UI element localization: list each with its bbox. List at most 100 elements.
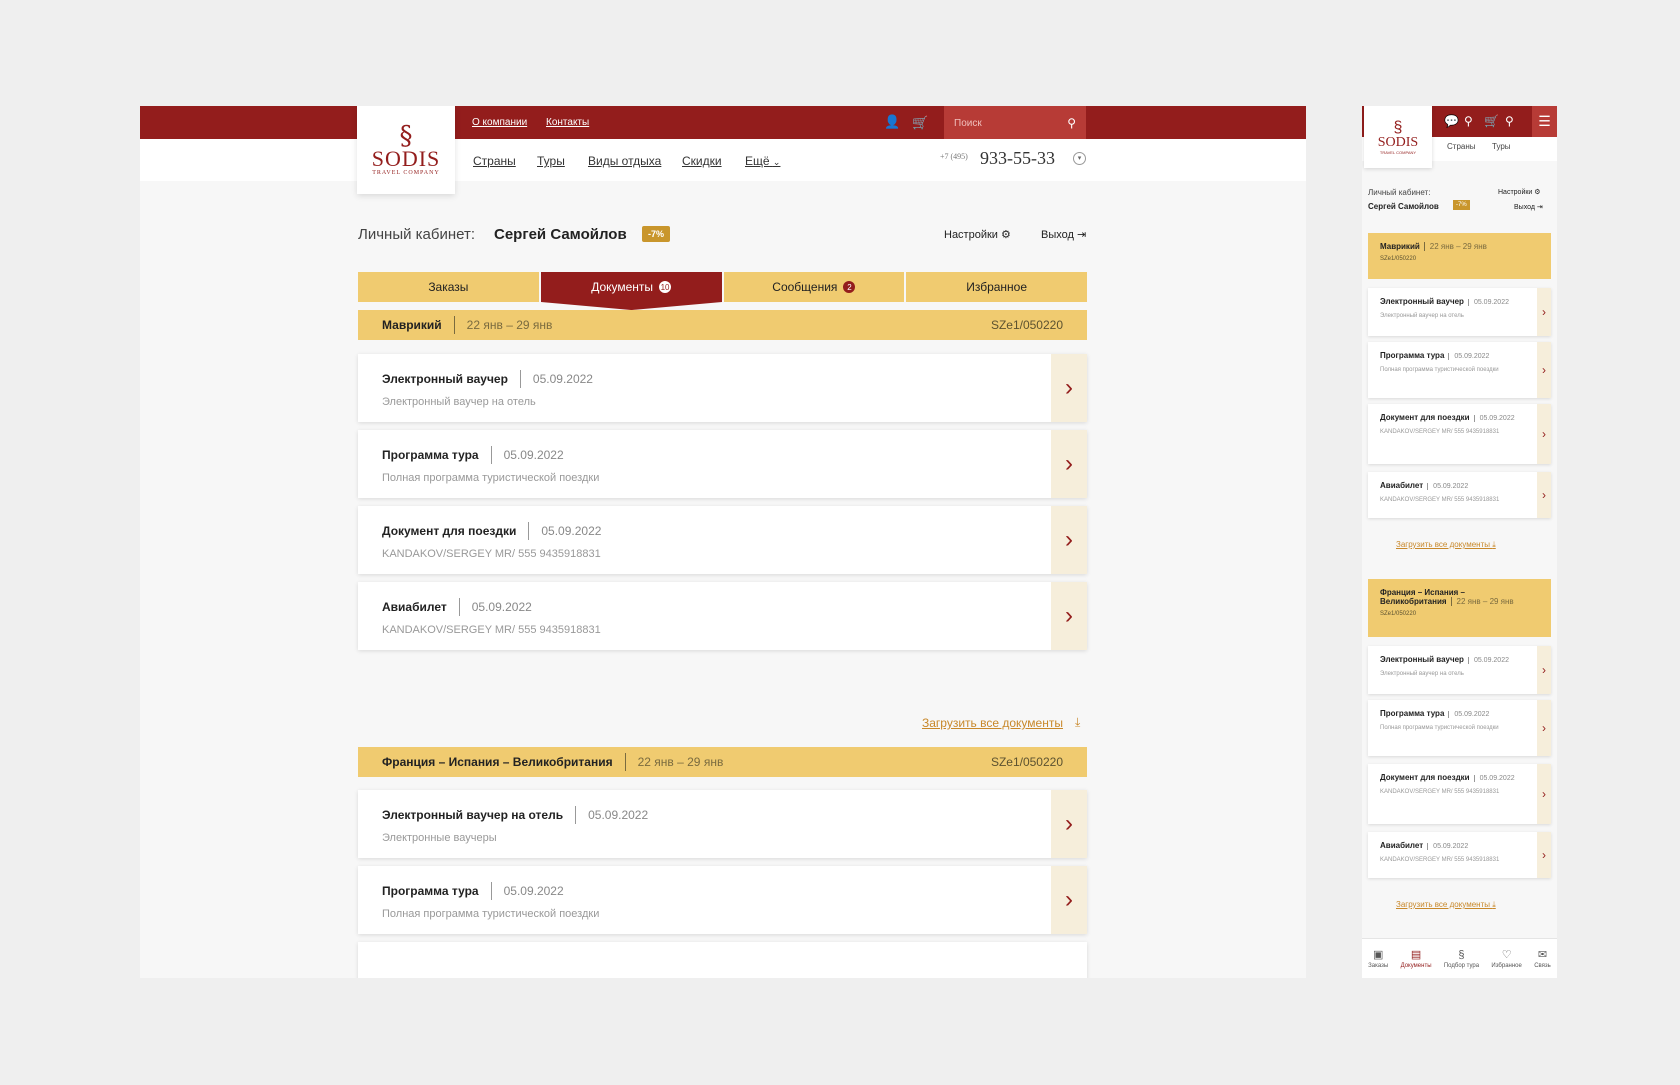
document-title: Электронный ваучер на отель <box>382 808 564 822</box>
tabbar-favorites[interactable]: ♡ Избранное <box>1491 948 1521 969</box>
chevron-right-icon[interactable]: › <box>1051 354 1087 422</box>
search-icon[interactable]: ⚲ <box>1505 114 1514 128</box>
heart-icon: ♡ <box>1501 949 1512 961</box>
about-link[interactable]: О компании <box>472 117 527 128</box>
download-all-label: Загрузить все документы <box>1396 540 1490 549</box>
tabbar-tour-search[interactable]: § Подбор тура <box>1444 949 1479 969</box>
order-header[interactable]: Маврикий 22 янв – 29 янв SZe1/050220 <box>1368 233 1551 279</box>
chevron-right-icon[interactable]: › <box>1537 342 1551 398</box>
order-header[interactable]: Маврикий 22 янв – 29 янв SZe1/050220 <box>358 310 1087 340</box>
nav-tours[interactable]: Туры <box>537 154 565 168</box>
search-input[interactable]: Поиск ⚲ <box>944 106 1086 139</box>
mobile-logo[interactable]: § SODIS TRAVEL COMPANY <box>1364 106 1432 168</box>
download-icon[interactable]: ⤓ <box>1075 715 1080 730</box>
document-card[interactable]: Программа тура 05.09.2022 Полная программ… <box>358 430 1087 498</box>
document-desc: Полная программа туристической поездки <box>382 472 600 484</box>
tab-documents[interactable]: Документы 10 <box>540 272 722 310</box>
cart-icon[interactable]: 🛒 <box>912 115 928 131</box>
chevron-right-icon[interactable]: › <box>1537 288 1551 336</box>
mobile-nav-countries[interactable]: Страны <box>1447 142 1476 151</box>
document-title: Электронный ваучер <box>1380 297 1464 306</box>
download-icon: ⤓ <box>1492 540 1496 549</box>
document-card[interactable]: Электронный ваучер на отель 05.09.2022 Эл… <box>358 790 1087 858</box>
chat-icon[interactable]: 💬 <box>1444 114 1459 128</box>
chevron-right-icon[interactable]: › <box>1051 790 1087 858</box>
suitcase-icon: ▣ <box>1373 949 1384 961</box>
order-header[interactable]: Франция – Испания – Великобритания 22 янв… <box>1368 579 1551 637</box>
tab-label: Избранное <box>966 280 1028 294</box>
chevron-right-icon[interactable]: › <box>1051 582 1087 650</box>
settings-link[interactable]: Настройки ⚙ <box>1498 188 1541 196</box>
chevron-down-icon: ⌄ <box>772 157 781 167</box>
nav-more[interactable]: Ещё ⌄ <box>745 154 780 168</box>
mobile-nav-tours[interactable]: Туры <box>1492 142 1511 151</box>
chevron-right-icon[interactable]: › <box>1537 764 1551 824</box>
desktop-view: § SODIS TRAVEL COMPANY О компании Контак… <box>140 106 1306 978</box>
logout-link[interactable]: Выход ⇥ <box>1041 228 1086 241</box>
download-all-link[interactable]: Загрузить все документы ⤓ <box>1396 900 1496 910</box>
tab-label: Сообщения <box>772 280 838 294</box>
document-card[interactable]: Документ для поездки 05.09.2022 KANDAKOV/… <box>1368 404 1551 464</box>
tour-search-icon[interactable]: ⚲ <box>1464 114 1473 128</box>
tab-orders[interactable]: Заказы <box>358 272 539 302</box>
settings-link[interactable]: Настройки ⚙ <box>944 228 1011 241</box>
tabbar-contact[interactable]: ✉ Связь <box>1534 948 1551 969</box>
cabinet-tabs: Заказы Документы 10 Сообщения 2 Избранное <box>358 272 1087 310</box>
order-code: SZe1/050220 <box>990 318 1063 332</box>
phone-number[interactable]: 933-55-33 <box>980 148 1055 169</box>
document-card[interactable]: Авиабилет 05.09.2022 KANDAKOV/SERGEY MR/ … <box>358 582 1087 650</box>
nav-holiday-types[interactable]: Виды отдыха <box>588 154 661 168</box>
search-icon[interactable]: ⚲ <box>1067 116 1076 130</box>
tab-messages[interactable]: Сообщения 2 <box>723 272 905 302</box>
chevron-right-icon[interactable]: › <box>1537 700 1551 756</box>
document-title: Авиабилет <box>382 600 447 614</box>
contacts-link[interactable]: Контакты <box>546 117 589 128</box>
document-title: Электронный ваучер <box>382 372 508 386</box>
document-date: 05.09.2022 <box>1473 775 1515 782</box>
order-code: SZe1/050220 <box>1380 611 1417 617</box>
nav-countries[interactable]: Страны <box>473 154 516 168</box>
nav-more-label: Ещё <box>745 154 770 168</box>
chevron-right-icon[interactable]: › <box>1537 472 1551 518</box>
document-card[interactable]: Документ для поездки 05.09.2022 KANDAKOV/… <box>358 506 1087 574</box>
nav-discounts[interactable]: Скидки <box>682 154 722 168</box>
order-header[interactable]: Франция – Испания – Великобритания 22 ян… <box>358 747 1087 777</box>
chevron-right-icon[interactable]: › <box>1051 506 1087 574</box>
phone-dropdown-icon[interactable]: ▾ <box>1073 152 1086 165</box>
document-card[interactable]: Электронный ваучер 05.09.2022 Электронный… <box>1368 288 1551 336</box>
document-card[interactable]: Электронный ваучер 05.09.2022 Электронный… <box>358 354 1087 422</box>
tabbar-orders[interactable]: ▣ Заказы <box>1368 948 1388 969</box>
chevron-right-icon[interactable]: › <box>1051 430 1087 498</box>
hamburger-menu-icon[interactable]: ☰ <box>1532 106 1557 137</box>
document-card[interactable]: Документ для поездки 05.09.2022 KANDAKOV/… <box>1368 764 1551 824</box>
chevron-right-icon[interactable]: › <box>1537 646 1551 694</box>
logo-text: SODIS <box>371 146 441 171</box>
logout-link[interactable]: Выход ⇥ <box>1514 203 1543 211</box>
document-card[interactable]: Авиабилет 05.09.2022 KANDAKOV/SERGEY MR/ … <box>1368 832 1551 878</box>
document-card[interactable] <box>358 942 1087 978</box>
download-all-link[interactable]: Загрузить все документы <box>922 716 1063 730</box>
user-icon[interactable]: 👤 <box>884 114 900 130</box>
logo[interactable]: § SODIS TRAVEL COMPANY <box>357 106 455 194</box>
order-title: Маврикий <box>1380 242 1420 251</box>
document-date: 05.09.2022 <box>1448 353 1490 360</box>
document-card[interactable]: Электронный ваучер 05.09.2022 Электронный… <box>1368 646 1551 694</box>
document-card[interactable]: Программа тура 05.09.2022 Полная программ… <box>1368 700 1551 756</box>
document-desc: Электронный ваучер на отель <box>1380 671 1464 677</box>
cart-icon[interactable]: 🛒 <box>1484 114 1499 128</box>
tab-favorites[interactable]: Избранное <box>906 272 1087 302</box>
chevron-right-icon[interactable]: › <box>1537 832 1551 878</box>
document-card[interactable]: Программа тура 05.09.2022 Полная программ… <box>358 866 1087 934</box>
tab-label: Документы <box>591 280 654 294</box>
document-card[interactable]: Программа тура 05.09.2022 Полная программ… <box>1368 342 1551 398</box>
document-title: Программа тура <box>1380 709 1445 718</box>
download-all-link[interactable]: Загрузить все документы ⤓ <box>1396 540 1496 550</box>
chevron-right-icon[interactable]: › <box>1537 404 1551 464</box>
chevron-right-icon[interactable]: › <box>1051 866 1087 934</box>
mobile-tab-bar: ▣ Заказы ▤ Документы § Подбор тура ♡ Избранн… <box>1362 938 1557 978</box>
tabbar-label: Документы <box>1400 963 1432 969</box>
tabbar-documents[interactable]: ▤ Документы <box>1401 948 1432 969</box>
document-title: Программа тура <box>1380 351 1445 360</box>
document-card[interactable]: Авиабилет 05.09.2022 KANDAKOV/SERGEY MR/ … <box>1368 472 1551 518</box>
document-desc: KANDAKOV/SERGEY MR/ 555 9435918831 <box>1380 789 1500 795</box>
